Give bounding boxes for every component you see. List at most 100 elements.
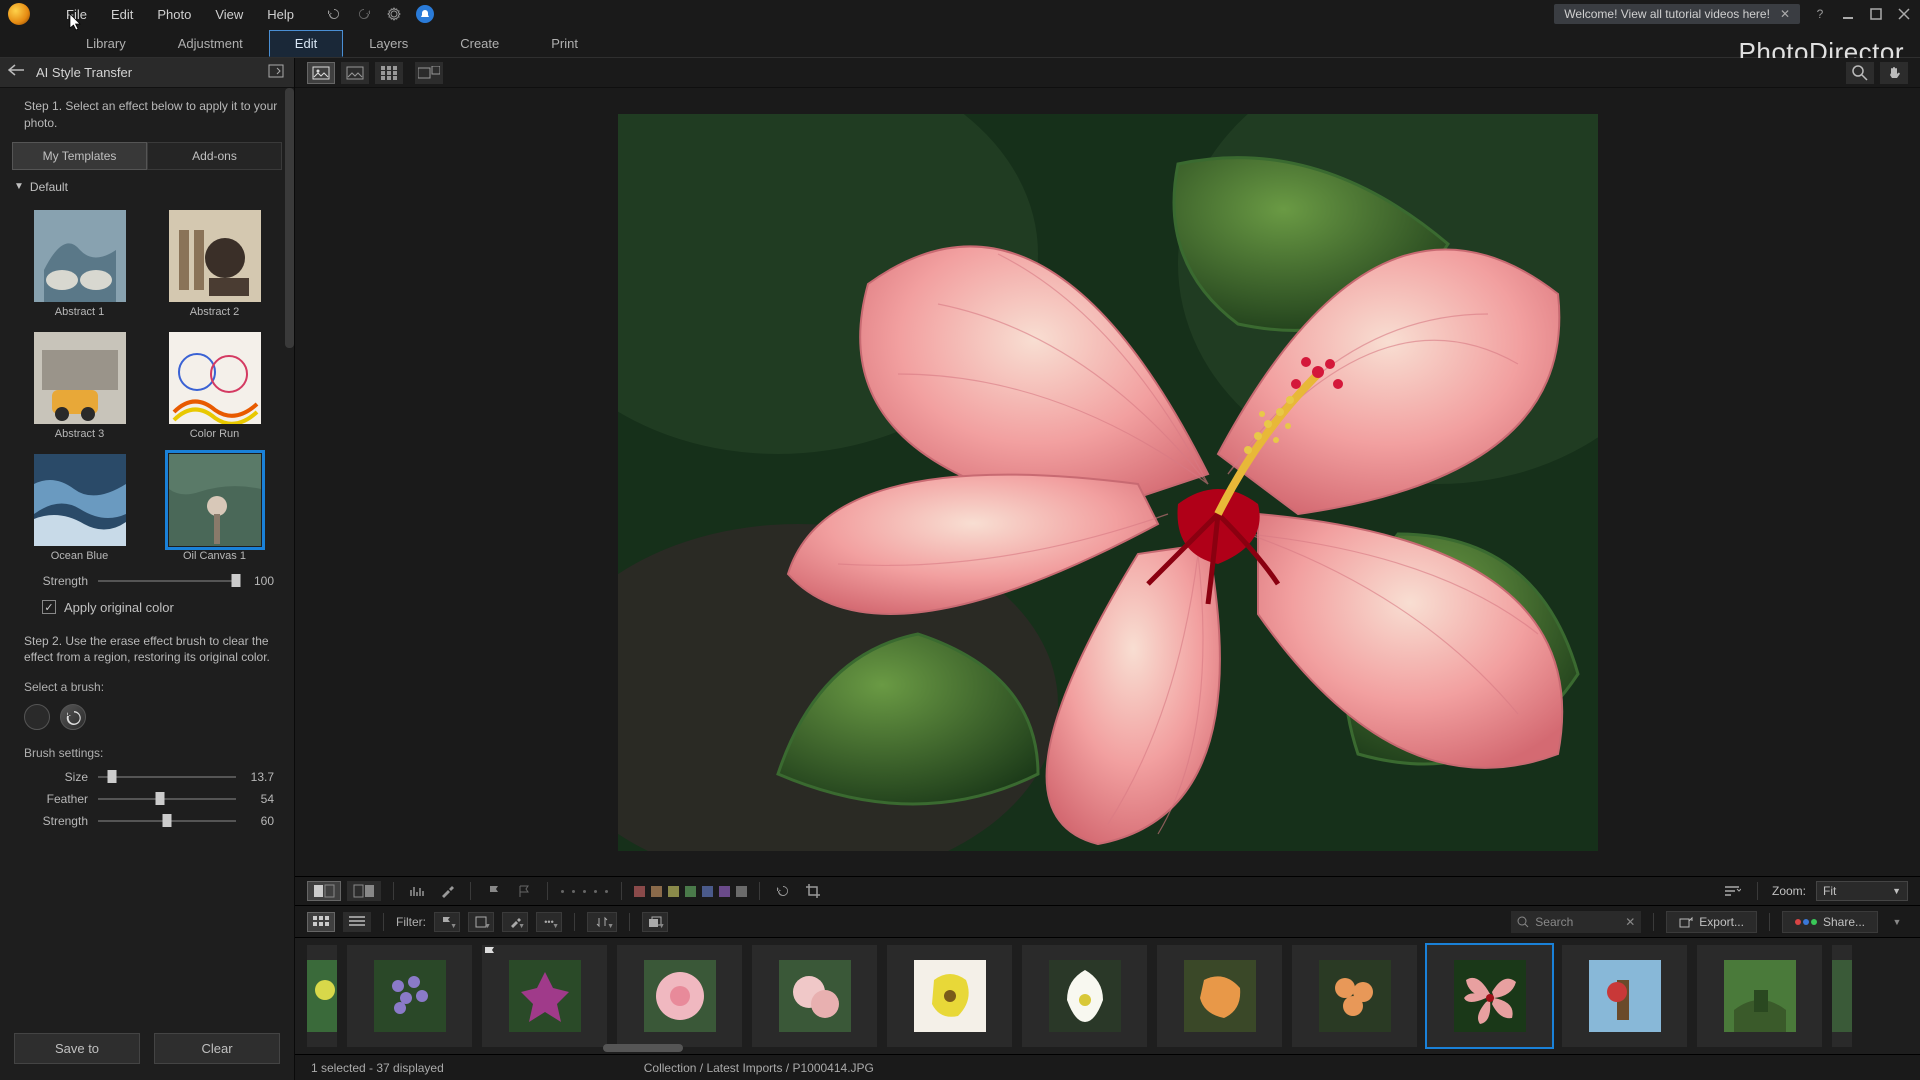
template-abstract-2[interactable]: Abstract 2 (157, 210, 272, 318)
template-oil-canvas-1[interactable]: Oil Canvas 1 (157, 454, 272, 562)
menu-file[interactable]: File (54, 3, 99, 26)
close-banner-icon[interactable]: ✕ (1780, 7, 1790, 21)
menu-view[interactable]: View (203, 3, 255, 26)
rating-dots[interactable] (560, 890, 609, 893)
bstrength-slider[interactable] (98, 820, 236, 822)
menu-help[interactable]: Help (255, 3, 306, 26)
welcome-banner[interactable]: Welcome! View all tutorial videos here! … (1554, 4, 1800, 24)
apply-original-color-row[interactable]: ✓ Apply original color (0, 592, 294, 623)
view-grid-icon[interactable] (375, 62, 403, 84)
close-window-icon[interactable] (1896, 6, 1912, 22)
filmstrip-thumb[interactable] (307, 945, 337, 1047)
menu-edit[interactable]: Edit (99, 3, 145, 26)
filmstrip-thumb[interactable] (887, 945, 1012, 1047)
label-gray[interactable] (736, 886, 747, 897)
maximize-icon[interactable] (1868, 6, 1884, 22)
tab-create[interactable]: Create (434, 30, 525, 57)
menu-photo[interactable]: Photo (145, 3, 203, 26)
expand-panel-icon[interactable] (268, 64, 286, 82)
sidebar-scrollbar[interactable] (285, 88, 294, 348)
crop-tool-icon[interactable] (802, 881, 824, 901)
compare-left-icon[interactable] (307, 881, 341, 901)
filmstrip-scrollbar[interactable] (603, 1044, 683, 1052)
filmstrip-thumb[interactable] (617, 945, 742, 1047)
filmstrip-thumb[interactable] (752, 945, 877, 1047)
clear-button[interactable]: Clear (154, 1033, 280, 1064)
minimize-icon[interactable] (1840, 6, 1856, 22)
label-blue[interactable] (702, 886, 713, 897)
accordion-default[interactable]: ▼ Default (0, 172, 294, 202)
search-input[interactable]: Search ✕ (1511, 911, 1641, 933)
zoom-value: Fit (1823, 884, 1836, 898)
canvas[interactable] (295, 88, 1920, 876)
sort-dropdown[interactable]: ▼ (587, 912, 617, 932)
clear-search-icon[interactable]: ✕ (1625, 915, 1635, 929)
export-button[interactable]: Export... (1666, 911, 1757, 933)
zoom-dropdown[interactable]: Fit ▼ (1816, 881, 1908, 901)
status-selection: 1 selected - 37 displayed (311, 1061, 444, 1075)
histogram-icon[interactable] (406, 881, 428, 901)
flag-icon[interactable] (483, 881, 505, 901)
brush-erase-icon[interactable] (24, 704, 50, 730)
compare-right-icon[interactable] (347, 881, 381, 901)
tab-library[interactable]: Library (60, 30, 152, 57)
tab-edit[interactable]: Edit (269, 30, 343, 57)
label-red[interactable] (634, 886, 645, 897)
template-abstract-3[interactable]: Abstract 3 (22, 332, 137, 440)
filmstrip-thumb[interactable] (347, 945, 472, 1047)
filmstrip-thumb[interactable] (1562, 945, 1687, 1047)
settings-icon[interactable] (386, 6, 402, 22)
filmstrip-thumb-selected[interactable] (1427, 945, 1552, 1047)
size-slider[interactable] (98, 776, 236, 778)
stack-dropdown[interactable]: ▼ (642, 912, 668, 932)
template-ocean-blue[interactable]: Ocean Blue (22, 454, 137, 562)
subtab-addons[interactable]: Add-ons (147, 142, 282, 170)
label-green[interactable] (685, 886, 696, 897)
view-secondary-icon[interactable] (415, 62, 443, 84)
titlebar-tools (326, 5, 434, 23)
brush-restore-icon[interactable] (60, 704, 86, 730)
filmstrip-thumb[interactable] (1022, 945, 1147, 1047)
filter-label-dropdown[interactable]: ▼ (468, 912, 494, 932)
template-abstract-1[interactable]: Abstract 1 (22, 210, 137, 318)
filter-flag-dropdown[interactable]: ▼ (434, 912, 460, 932)
notification-icon[interactable] (416, 5, 434, 23)
tab-adjustment[interactable]: Adjustment (152, 30, 269, 57)
filmstrip[interactable] (295, 938, 1920, 1054)
share-more-icon[interactable]: ▼ (1886, 912, 1908, 932)
filmstrip-thumb[interactable] (1832, 945, 1852, 1047)
help-icon[interactable]: ? (1812, 6, 1828, 22)
strength-slider[interactable] (98, 580, 236, 582)
share-button[interactable]: Share... (1782, 911, 1878, 933)
view-compare-icon[interactable] (341, 62, 369, 84)
brush-icon[interactable] (436, 881, 458, 901)
checkbox-icon[interactable]: ✓ (42, 600, 56, 614)
view-single-icon[interactable] (307, 62, 335, 84)
pan-tool-icon[interactable] (1880, 62, 1908, 84)
reject-flag-icon[interactable] (513, 881, 535, 901)
filmstrip-thumb[interactable] (1292, 945, 1417, 1047)
filter-edit-dropdown[interactable]: ▼ (502, 912, 528, 932)
filmstrip-thumb[interactable] (1157, 945, 1282, 1047)
bstrength-label: Strength (36, 814, 98, 828)
subtab-my-templates[interactable]: My Templates (12, 142, 147, 170)
label-yellow[interactable] (668, 886, 679, 897)
strip-thumb-icon[interactable] (307, 912, 335, 932)
redo-icon[interactable] (356, 6, 372, 22)
sort-menu-icon[interactable] (1721, 881, 1743, 901)
tab-print[interactable]: Print (525, 30, 604, 57)
zoom-tool-icon[interactable] (1846, 62, 1874, 84)
save-to-button[interactable]: Save to (14, 1033, 140, 1064)
tab-layers[interactable]: Layers (343, 30, 434, 57)
rotate-icon[interactable] (772, 881, 794, 901)
filmstrip-thumb[interactable] (482, 945, 607, 1047)
feather-slider[interactable] (98, 798, 236, 800)
filmstrip-thumb[interactable] (1697, 945, 1822, 1047)
filter-rating-dropdown[interactable]: •••▼ (536, 912, 562, 932)
undo-icon[interactable] (326, 6, 342, 22)
template-color-run[interactable]: Color Run (157, 332, 272, 440)
strip-list-icon[interactable] (343, 912, 371, 932)
back-icon[interactable] (8, 64, 26, 82)
label-purple[interactable] (719, 886, 730, 897)
label-orange[interactable] (651, 886, 662, 897)
